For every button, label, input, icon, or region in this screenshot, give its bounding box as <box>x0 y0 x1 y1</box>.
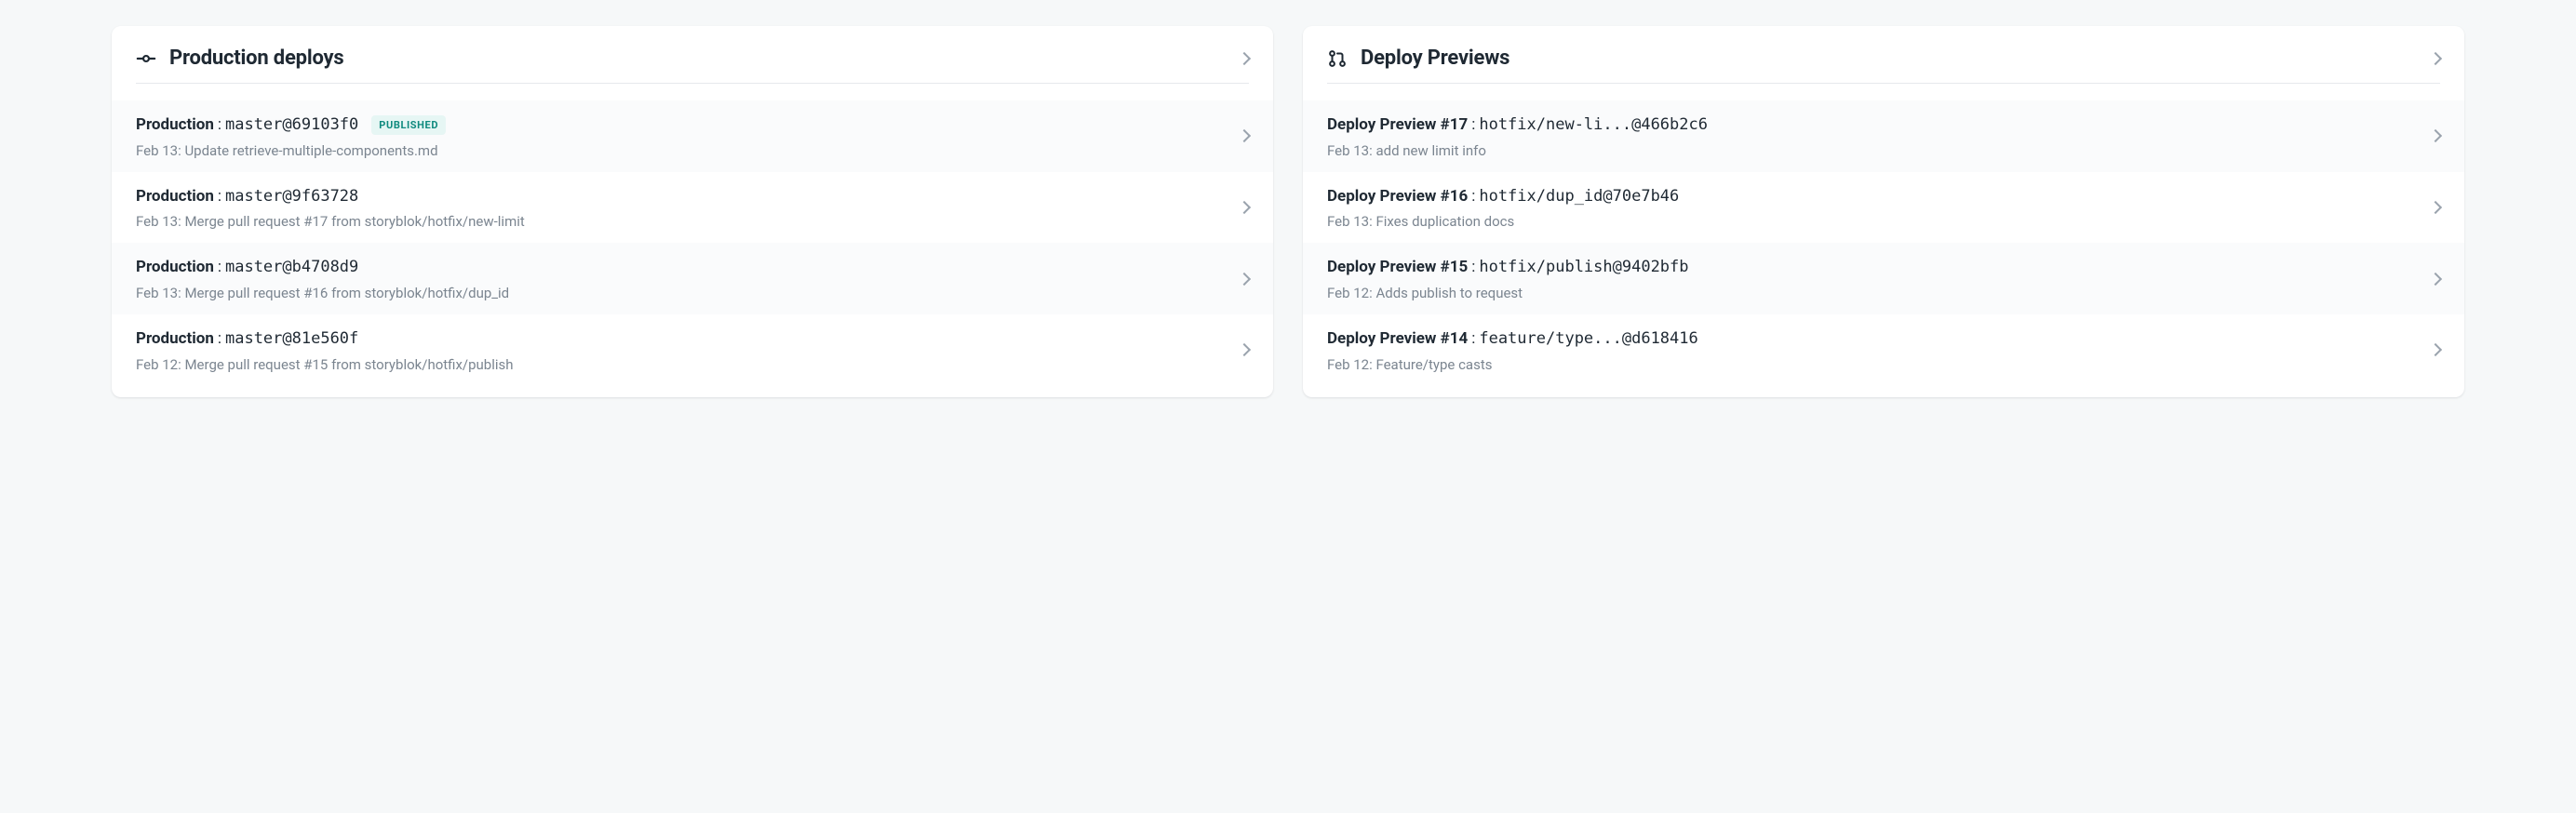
preview-row[interactable]: Deploy Preview #17: hotfix/new-li...@466… <box>1303 100 2464 172</box>
deploy-subtitle: Feb 13: Update retrieve-multiple-compone… <box>136 142 1228 159</box>
deploy-ref: master@81e560f <box>225 327 358 351</box>
commit-icon <box>136 48 156 69</box>
deploy-row[interactable]: Production: master@69103f0 PUBLISHED Feb… <box>112 100 1273 172</box>
chevron-right-icon <box>2429 201 2442 214</box>
chevron-right-icon <box>1238 343 1251 356</box>
deploy-ref: master@69103f0 <box>225 113 358 137</box>
deploy-row[interactable]: Production: master@81e560f Feb 12: Merge… <box>112 314 1273 386</box>
chevron-right-icon <box>1238 51 1251 64</box>
deploy-label: Production <box>136 256 214 279</box>
chevron-right-icon <box>2429 273 2442 286</box>
preview-label: Deploy Preview #14 <box>1327 327 1468 351</box>
chevron-right-icon <box>1238 201 1251 214</box>
chevron-right-icon <box>2429 51 2442 64</box>
production-deploys-title: Production deploys <box>169 47 1240 70</box>
preview-ref: hotfix/publish@9402bfb <box>1479 256 1688 279</box>
preview-subtitle: Feb 13: add new limit info <box>1327 142 2420 159</box>
chevron-right-icon <box>2429 343 2442 356</box>
preview-label: Deploy Preview #15 <box>1327 256 1468 279</box>
deploy-subtitle: Feb 13: Merge pull request #16 from stor… <box>136 285 1228 301</box>
status-badge: PUBLISHED <box>371 115 446 135</box>
preview-row[interactable]: Deploy Preview #15: hotfix/publish@9402b… <box>1303 243 2464 314</box>
preview-row[interactable]: Deploy Preview #16: hotfix/dup_id@70e7b4… <box>1303 172 2464 244</box>
deploy-previews-title: Deploy Previews <box>1361 47 2431 70</box>
deploy-ref: master@b4708d9 <box>225 256 358 279</box>
divider <box>1327 83 2440 84</box>
deploy-subtitle: Feb 13: Merge pull request #17 from stor… <box>136 213 1228 230</box>
chevron-right-icon <box>1238 273 1251 286</box>
preview-row[interactable]: Deploy Preview #14: feature/type...@d618… <box>1303 314 2464 386</box>
deploy-previews-card: Deploy Previews Deploy Preview #17: hotf… <box>1303 26 2464 397</box>
preview-label: Deploy Preview #17 <box>1327 113 1468 137</box>
preview-subtitle: Feb 12: Feature/type casts <box>1327 356 2420 373</box>
preview-subtitle: Feb 12: Adds publish to request <box>1327 285 2420 301</box>
deploy-row[interactable]: Production: master@b4708d9 Feb 13: Merge… <box>112 243 1273 314</box>
pull-request-icon <box>1327 48 1348 69</box>
deploy-label: Production <box>136 327 214 351</box>
preview-ref: hotfix/new-li...@466b2c6 <box>1479 113 1708 137</box>
deploy-subtitle: Feb 12: Merge pull request #15 from stor… <box>136 356 1228 373</box>
deploy-label: Production <box>136 185 214 208</box>
chevron-right-icon <box>2429 129 2442 142</box>
deploy-ref: master@9f63728 <box>225 185 358 208</box>
production-deploys-header[interactable]: Production deploys <box>112 26 1273 83</box>
preview-subtitle: Feb 13: Fixes duplication docs <box>1327 213 2420 230</box>
deploy-row[interactable]: Production: master@9f63728 Feb 13: Merge… <box>112 172 1273 244</box>
chevron-right-icon <box>1238 129 1251 142</box>
preview-ref: hotfix/dup_id@70e7b46 <box>1479 185 1679 208</box>
preview-ref: feature/type...@d618416 <box>1479 327 1697 351</box>
preview-label: Deploy Preview #16 <box>1327 185 1468 208</box>
production-deploys-card: Production deploys Production: master@69… <box>112 26 1273 397</box>
deploy-label: Production <box>136 113 214 137</box>
divider <box>136 83 1249 84</box>
deploy-previews-header[interactable]: Deploy Previews <box>1303 26 2464 83</box>
